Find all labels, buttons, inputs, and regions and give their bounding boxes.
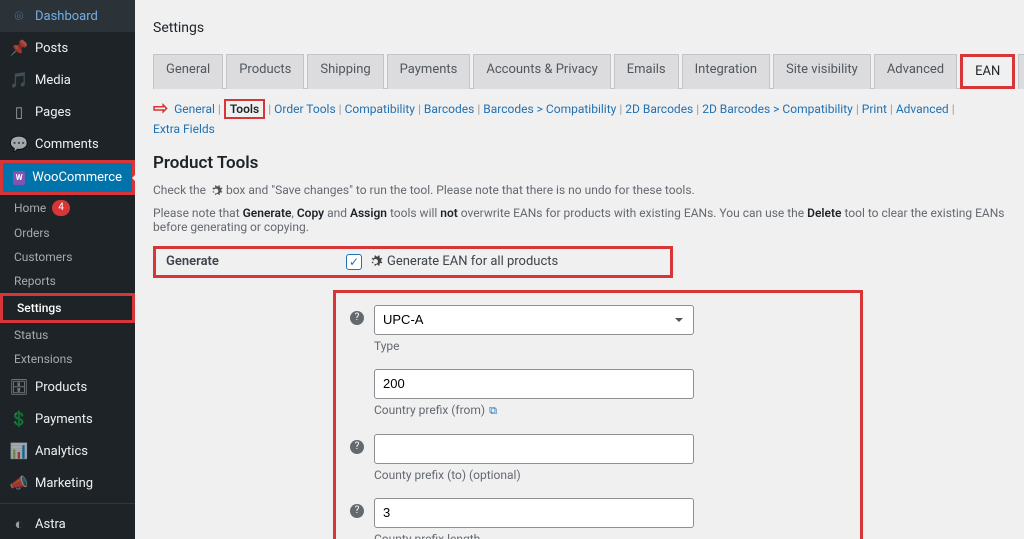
tab-products[interactable]: Products [226, 54, 304, 89]
subtab-advanced[interactable]: Advanced [896, 102, 949, 116]
tab-emails[interactable]: Emails [614, 54, 679, 89]
tab-ean[interactable]: EAN [960, 54, 1015, 89]
generate-row: Generate ✓ Generate EAN for all products [153, 246, 673, 278]
help-icon[interactable]: ? [350, 311, 364, 325]
nav-products[interactable]: 🗄Products [0, 371, 135, 403]
nav-posts[interactable]: 📌Posts [0, 32, 135, 64]
tab-general[interactable]: General [153, 54, 223, 89]
subtab-extra-fields[interactable]: Extra Fields [153, 122, 215, 136]
subnav-extensions[interactable]: Extensions [0, 347, 135, 371]
tab-advanced[interactable]: Advanced [874, 54, 957, 89]
subtab-order-tools[interactable]: Order Tools [274, 102, 336, 116]
ean-subtabs: ⇨ General| Tools| Order Tools| Compatibi… [153, 89, 1006, 145]
external-link-icon[interactable]: ⧉ [489, 404, 497, 417]
subnav-home[interactable]: Home4 [0, 195, 135, 221]
generate-checkbox[interactable]: ✓ [346, 254, 362, 270]
pin-icon: 📌 [10, 39, 28, 57]
help-icon[interactable]: ? [350, 440, 364, 454]
tab-accounts-privacy[interactable]: Accounts & Privacy [473, 54, 610, 89]
nav-analytics[interactable]: 📊Analytics [0, 435, 135, 467]
generate-checkbox-label: Generate EAN for all products [387, 254, 558, 269]
help-icon[interactable]: ? [350, 504, 364, 518]
tab-integration[interactable]: Integration [682, 54, 770, 89]
subtab-print[interactable]: Print [862, 102, 887, 116]
gear-icon [209, 184, 223, 198]
tab-multi-currency[interactable]: Multi-currency [1018, 54, 1024, 89]
settings-tabs: General Products Shipping Payments Accou… [153, 54, 1006, 89]
page-title: Settings [153, 10, 1006, 54]
arrow-hint-icon: ⇨ [153, 98, 168, 119]
subtab-barcodes-compat[interactable]: Barcodes > Compatibility [483, 102, 616, 116]
subnav-orders[interactable]: Orders [0, 221, 135, 245]
subtab-2d-barcodes-compat[interactable]: 2D Barcodes > Compatibility [702, 102, 853, 116]
admin-sidebar: ⌾Dashboard 📌Posts 🎵Media ▯Pages 💬Comment… [0, 0, 135, 539]
tab-shipping[interactable]: Shipping [307, 54, 383, 89]
woocommerce-icon: W [13, 171, 25, 185]
country-prefix-to-input[interactable] [374, 434, 694, 464]
comment-icon: 💬 [10, 135, 28, 153]
analytics-icon: 📊 [10, 442, 28, 460]
main-content: Settings General Products Shipping Payme… [135, 0, 1024, 539]
tab-payments[interactable]: Payments [387, 54, 471, 89]
generate-form: ? UPC-A Type ? Country prefix (from)⧉ ? … [333, 290, 863, 539]
nav-astra[interactable]: ◐Astra [0, 508, 135, 539]
subtab-barcodes[interactable]: Barcodes [424, 102, 474, 116]
subnav-customers[interactable]: Customers [0, 245, 135, 269]
gear-icon [368, 254, 383, 269]
nav-comments[interactable]: 💬Comments [0, 128, 135, 160]
nav-woocommerce[interactable]: WWooCommerce [0, 160, 135, 195]
nav-media[interactable]: 🎵Media [0, 64, 135, 96]
country-prefix-to-label: County prefix (to) (optional) [374, 468, 846, 482]
payments-icon: 💲 [10, 410, 28, 428]
subtab-tools[interactable]: Tools [224, 99, 265, 119]
marketing-icon: 📣 [10, 474, 28, 492]
desc-line-2: Please note that Generate, Copy and Assi… [153, 206, 1006, 234]
page-icon: ▯ [10, 103, 28, 121]
subtab-general[interactable]: General [174, 102, 215, 116]
prefix-length-input[interactable] [374, 498, 694, 528]
nav-pages[interactable]: ▯Pages [0, 96, 135, 128]
media-icon: 🎵 [10, 71, 28, 89]
subtab-2d-barcodes[interactable]: 2D Barcodes [625, 102, 693, 116]
products-icon: 🗄 [10, 378, 28, 396]
country-prefix-from-label: Country prefix (from)⧉ [374, 403, 846, 418]
prefix-length-label: County prefix length [374, 532, 846, 539]
subnav-reports[interactable]: Reports [0, 269, 135, 293]
section-title: Product Tools [153, 153, 1006, 173]
type-select[interactable]: UPC-A [374, 305, 694, 335]
subnav-settings[interactable]: Settings [0, 293, 135, 323]
subnav-status[interactable]: Status [0, 323, 135, 347]
subtab-compatibility[interactable]: Compatibility [345, 102, 415, 116]
nav-marketing[interactable]: 📣Marketing [0, 467, 135, 499]
astra-icon: ◐ [10, 515, 28, 533]
type-label: Type [374, 339, 846, 353]
generate-label: Generate [166, 254, 346, 269]
dashboard-icon: ⌾ [10, 7, 28, 25]
nav-dashboard[interactable]: ⌾Dashboard [0, 0, 135, 32]
tab-site-visibility[interactable]: Site visibility [773, 54, 871, 89]
home-badge: 4 [52, 200, 70, 216]
nav-payments[interactable]: 💲Payments [0, 403, 135, 435]
desc-line-1: Check the box and "Save changes" to run … [153, 183, 1006, 198]
country-prefix-from-input[interactable] [374, 369, 694, 399]
